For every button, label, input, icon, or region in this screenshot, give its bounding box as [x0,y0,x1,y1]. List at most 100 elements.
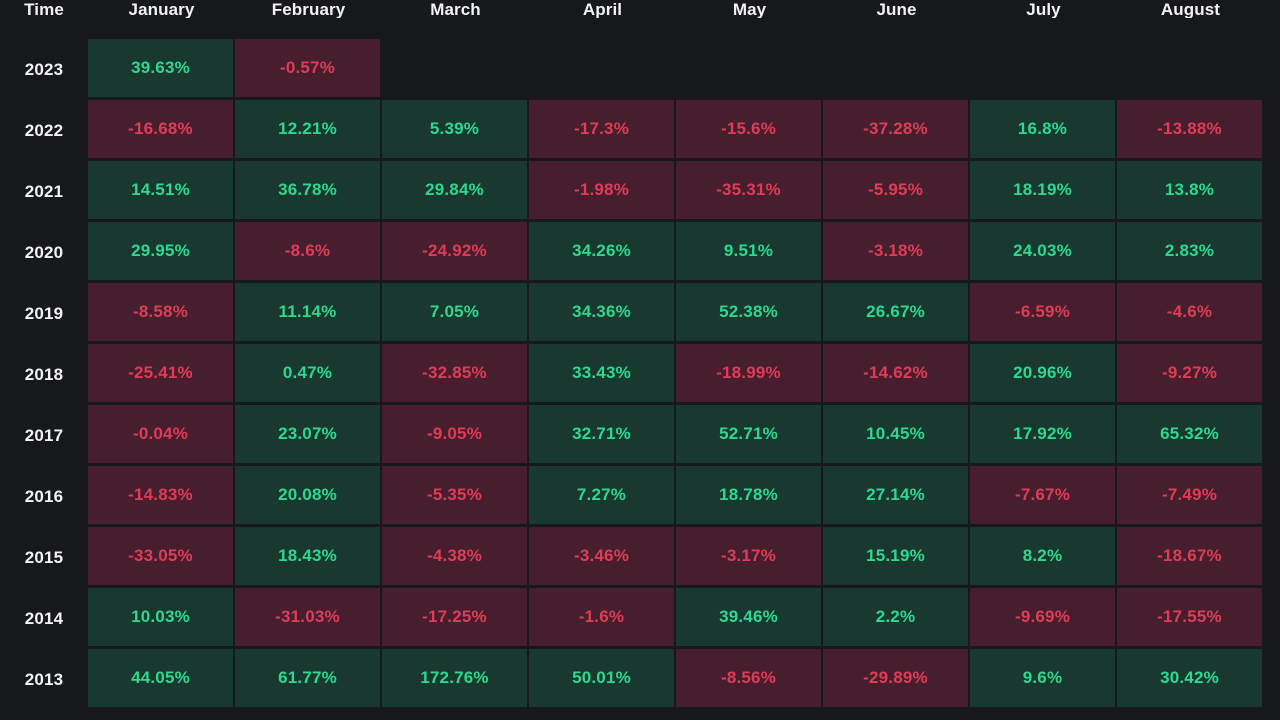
heatmap-cell[interactable]: -32.85% [382,344,529,405]
row-header-year: 2019 [0,283,88,344]
heatmap-cell[interactable]: 9.51% [676,222,823,283]
heatmap-cell[interactable]: 18.19% [970,161,1117,222]
heatmap-cell[interactable]: -0.04% [88,405,235,466]
heatmap-cell[interactable]: 61.77% [235,649,382,710]
heatmap-cell[interactable]: 2.83% [1117,222,1264,283]
heatmap-cell[interactable]: 9.6% [970,649,1117,710]
heatmap-cell[interactable]: 10.03% [88,588,235,649]
heatmap-cell[interactable]: 13.8% [1117,161,1264,222]
row-header-year: 2018 [0,344,88,405]
heatmap-cell[interactable]: 16.8% [970,100,1117,161]
heatmap-cell[interactable]: -14.83% [88,466,235,527]
heatmap-cell[interactable]: -35.31% [676,161,823,222]
heatmap-cell[interactable]: 17.92% [970,405,1117,466]
heatmap-cell[interactable]: 44.05% [88,649,235,710]
heatmap-cell[interactable]: -25.41% [88,344,235,405]
heatmap-cell[interactable]: 12.21% [235,100,382,161]
column-header-april: April [582,0,623,18]
heatmap-cell[interactable]: 26.67% [823,283,970,344]
heatmap-cell[interactable]: -16.68% [88,100,235,161]
heatmap-cell[interactable]: 20.08% [235,466,382,527]
heatmap-cell[interactable]: -14.62% [823,344,970,405]
heatmap-cell[interactable]: 39.46% [676,588,823,649]
heatmap-cell[interactable]: -18.67% [1117,527,1264,588]
heatmap-cell[interactable]: 52.38% [676,283,823,344]
row-header-year: 2021 [0,161,88,222]
heatmap-cell[interactable]: -7.67% [970,466,1117,527]
heatmap-cell[interactable]: -15.6% [676,100,823,161]
heatmap-cell[interactable]: 29.84% [382,161,529,222]
column-header-june: June [876,0,917,18]
heatmap-cell[interactable]: 11.14% [235,283,382,344]
heatmap-cell[interactable]: -4.38% [382,527,529,588]
heatmap-cell-empty[interactable] [529,39,676,100]
heatmap-cell[interactable]: 18.43% [235,527,382,588]
heatmap-cell[interactable]: 52.71% [676,405,823,466]
table-row: 2023 39.63% -0.57% [0,39,1280,100]
heatmap-cell[interactable]: 24.03% [970,222,1117,283]
heatmap-cell[interactable]: -37.28% [823,100,970,161]
heatmap-cell[interactable]: -9.05% [382,405,529,466]
heatmap-cell[interactable]: 7.05% [382,283,529,344]
heatmap-cell[interactable]: -3.17% [676,527,823,588]
heatmap-cell[interactable]: -24.92% [382,222,529,283]
heatmap-cell[interactable]: -9.69% [970,588,1117,649]
heatmap-cell-empty[interactable] [1117,39,1264,100]
heatmap-cell[interactable]: 15.19% [823,527,970,588]
heatmap-cell[interactable]: -1.98% [529,161,676,222]
table-header-row: Time January February March April May Ju… [0,0,1280,30]
heatmap-cell[interactable]: -0.57% [235,39,382,100]
heatmap-cell[interactable]: -17.55% [1117,588,1264,649]
heatmap-cell[interactable]: 30.42% [1117,649,1264,710]
heatmap-cell[interactable]: -8.58% [88,283,235,344]
heatmap-cell[interactable]: -6.59% [970,283,1117,344]
heatmap-cell[interactable]: -29.89% [823,649,970,710]
table-row: 2017 -0.04% 23.07% -9.05% 32.71% 52.71% 10.45%… [0,405,1280,466]
heatmap-cell[interactable]: -9.27% [1117,344,1264,405]
heatmap-cell[interactable]: 8.2% [970,527,1117,588]
heatmap-cell[interactable]: -8.6% [235,222,382,283]
heatmap-cell[interactable]: 34.26% [529,222,676,283]
heatmap-cell[interactable]: -4.6% [1117,283,1264,344]
row-header-year: 2020 [0,222,88,283]
table-row: 2015 -33.05% 18.43% -4.38% -3.46% -3.17% 15.19… [0,527,1280,588]
heatmap-cell-empty[interactable] [382,39,529,100]
heatmap-cell[interactable]: 2.2% [823,588,970,649]
heatmap-cell[interactable]: -17.25% [382,588,529,649]
heatmap-cell[interactable]: 33.43% [529,344,676,405]
heatmap-cell-empty[interactable] [970,39,1117,100]
heatmap-cell[interactable]: 5.39% [382,100,529,161]
heatmap-cell[interactable]: -3.18% [823,222,970,283]
heatmap-cell[interactable]: -3.46% [529,527,676,588]
table-row: 2016 -14.83% 20.08% -5.35% 7.27% 18.78% 27.14%… [0,466,1280,527]
heatmap-cell[interactable]: -5.95% [823,161,970,222]
heatmap-cell[interactable]: 14.51% [88,161,235,222]
heatmap-cell[interactable]: -31.03% [235,588,382,649]
heatmap-cell[interactable]: 23.07% [235,405,382,466]
heatmap-cell[interactable]: -17.3% [529,100,676,161]
heatmap-cell-empty[interactable] [823,39,970,100]
table-row: 2013 44.05% 61.77% 172.76% 50.01% -8.56% -29.8… [0,649,1280,710]
heatmap-cell[interactable]: 29.95% [88,222,235,283]
heatmap-cell[interactable]: -7.49% [1117,466,1264,527]
heatmap-cell[interactable]: -13.88% [1117,100,1264,161]
heatmap-cell[interactable]: -1.6% [529,588,676,649]
heatmap-cell[interactable]: 7.27% [529,466,676,527]
heatmap-cell[interactable]: 18.78% [676,466,823,527]
heatmap-cell[interactable]: 34.36% [529,283,676,344]
heatmap-cell[interactable]: 50.01% [529,649,676,710]
heatmap-cell[interactable]: 39.63% [88,39,235,100]
heatmap-cell[interactable]: 32.71% [529,405,676,466]
heatmap-cell[interactable]: 172.76% [382,649,529,710]
heatmap-cell[interactable]: -33.05% [88,527,235,588]
heatmap-cell[interactable]: 27.14% [823,466,970,527]
heatmap-cell[interactable]: -5.35% [382,466,529,527]
heatmap-cell[interactable]: 65.32% [1117,405,1264,466]
heatmap-cell[interactable]: 36.78% [235,161,382,222]
heatmap-cell[interactable]: -8.56% [676,649,823,710]
heatmap-cell-empty[interactable] [676,39,823,100]
heatmap-cell[interactable]: -18.99% [676,344,823,405]
heatmap-cell[interactable]: 20.96% [970,344,1117,405]
heatmap-cell[interactable]: 10.45% [823,405,970,466]
heatmap-cell[interactable]: 0.47% [235,344,382,405]
